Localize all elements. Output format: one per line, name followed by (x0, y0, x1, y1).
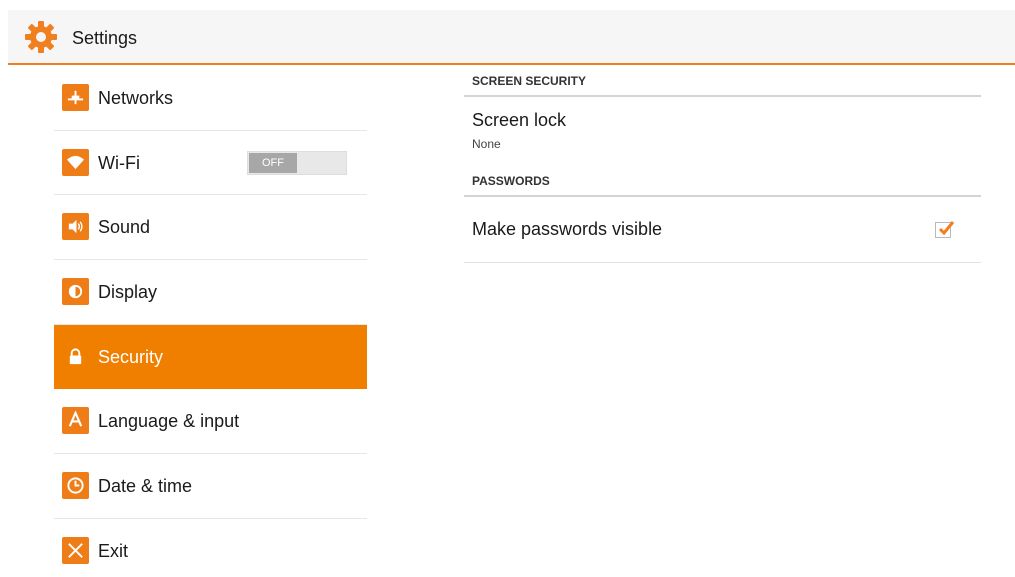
title-bar: Settings (8, 10, 1015, 65)
language-icon (62, 407, 89, 435)
security-settings-panel: SCREEN SECURITY Screen lock None PASSWOR… (464, 66, 981, 263)
sidebar-item-date-time[interactable]: Date & time (54, 454, 367, 519)
sidebar-item-label: Security (98, 346, 164, 367)
sidebar-item-label: Exit (98, 540, 129, 561)
screen-lock-summary: None (472, 137, 501, 151)
network-icon (62, 84, 89, 111)
wifi-icon (62, 148, 89, 176)
section-header-passwords: PASSWORDS (464, 166, 981, 197)
sidebar-item-label: Language & input (98, 411, 240, 432)
make-passwords-visible-checkbox[interactable] (935, 221, 955, 238)
speaker-icon (62, 213, 89, 241)
section-header-screen-security: SCREEN SECURITY (464, 66, 981, 97)
sidebar-item-sound[interactable]: Sound (54, 195, 367, 261)
settings-sidebar: Networks Wi-Fi OFF Sound Display Securit… (54, 66, 367, 577)
gear-icon[interactable] (24, 20, 58, 54)
sidebar-item-label: Wi-Fi (98, 152, 140, 173)
lock-icon (62, 343, 89, 370)
close-icon (62, 536, 89, 564)
sidebar-item-security[interactable]: Security (54, 324, 367, 390)
sidebar-item-display[interactable]: Display (54, 260, 367, 325)
clock-icon (62, 472, 89, 500)
sidebar-item-label: Sound (98, 217, 151, 238)
sidebar-item-wifi[interactable]: Wi-Fi OFF (54, 131, 367, 196)
wifi-toggle[interactable]: OFF (247, 150, 347, 175)
sidebar-item-label: Networks (98, 88, 174, 108)
sidebar-item-exit[interactable]: Exit (54, 519, 367, 577)
wifi-toggle-state: OFF (249, 152, 297, 173)
brightness-icon (62, 278, 89, 306)
sidebar-item-label: Display (98, 282, 158, 303)
make-passwords-visible-title: Make passwords visible (472, 219, 663, 239)
sidebar-item-label: Date & time (98, 476, 193, 497)
app-title: Settings (72, 28, 138, 48)
sidebar-item-networks[interactable]: Networks (54, 66, 367, 131)
screen-lock-title: Screen lock (472, 110, 567, 130)
checkmark-icon (938, 221, 955, 236)
sidebar-item-language[interactable]: Language & input (54, 389, 367, 455)
make-passwords-visible-preference[interactable]: Make passwords visible (464, 197, 981, 263)
screen-lock-preference[interactable]: Screen lock None (464, 97, 981, 166)
